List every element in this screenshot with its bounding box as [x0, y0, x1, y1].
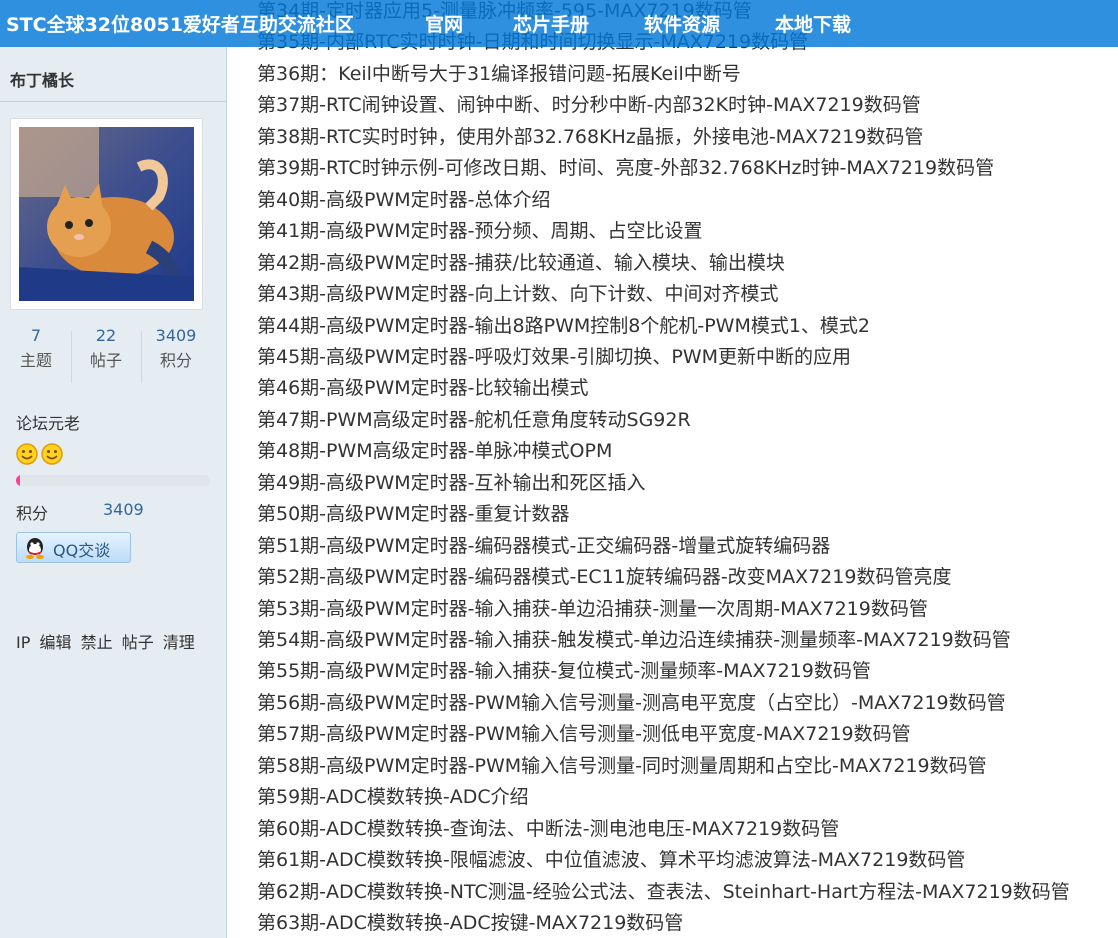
- stat-posts[interactable]: 22 帖子: [71, 325, 141, 375]
- author-stats: 7 主题 22 帖子 3409 积分: [0, 325, 226, 385]
- lesson-list-item: 第45期-高级PWM定时器-呼吸灯效果-引脚切换、PWM更新中断的应用: [257, 345, 852, 368]
- lesson-list-item: 第52期-高级PWM定时器-编码器模式-EC11旋转编码器-改变MAX7219数…: [257, 566, 952, 589]
- stat-threads-value: 7: [30, 326, 42, 345]
- divider: [0, 101, 226, 102]
- lesson-list-item: 第49期-高级PWM定时器-互补输出和死区插入: [257, 471, 646, 494]
- lesson-list-item: 第36期：Keil中断号大于31编译报错问题-拓展Keil中断号: [257, 62, 741, 85]
- nav-official-site[interactable]: 官网: [425, 10, 463, 37]
- author-sidebar: 布丁橘长 7 主题 22 帖子 3409 积分 论坛元老 积分 3409 QQ交…: [0, 47, 227, 938]
- lesson-list-item: 第54期-高级PWM定时器-输入捕获-触发模式-单边沿连续捕获-测量频率-MAX…: [257, 629, 1011, 651]
- lesson-list-item: 第55期-高级PWM定时器-输入捕获-复位模式-测量频率-MAX7219数码管: [257, 660, 871, 683]
- lesson-list-item: 第39期-RTC时钟示例-可修改日期、时间、亮度-外部32.768KHz时钟-M…: [257, 157, 995, 180]
- smiley-medal-icon: [16, 443, 38, 465]
- lesson-list-item: 第43期-高级PWM定时器-向上计数、向下计数、中间对齐模式: [257, 283, 779, 306]
- lesson-list-item: 第63期-ADC模数转换-ADC按键-MAX7219数码管: [257, 912, 684, 935]
- admin-link-ip[interactable]: IP: [16, 633, 30, 652]
- lesson-list-item: 第53期-高级PWM定时器-输入捕获-单边沿捕获-测量一次周期-MAX7219数…: [257, 597, 928, 620]
- avatar-photo-icon: [19, 127, 194, 301]
- stat-posts-label: 帖子: [89, 351, 122, 370]
- lesson-list-item: 第42期-高级PWM定时器-捕获/比较通道、输入模块、输出模块: [257, 251, 785, 274]
- lesson-list-item: 第59期-ADC模数转换-ADC介绍: [257, 786, 529, 809]
- lesson-list-item: 第38期-RTC实时时钟，使用外部32.768KHz晶振，外接电池-MAX721…: [257, 125, 924, 148]
- stat-threads[interactable]: 7 主题: [1, 325, 71, 375]
- lesson-list-item: 第56期-高级PWM定时器-PWM输入信号测量-测高电平宽度（占空比）-MAX7…: [257, 691, 1006, 714]
- lesson-list-item: 第41期-高级PWM定时器-预分频、周期、占空比设置: [257, 220, 703, 243]
- admin-link-clean[interactable]: 清理: [163, 633, 195, 652]
- points-label: 积分: [16, 504, 49, 523]
- lesson-list-item: 第60期-ADC模数转换-查询法、中断法-测电池电压-MAX7219数码管: [257, 817, 840, 840]
- rank-progress-bar: [16, 475, 210, 486]
- stat-points-label: 积分: [159, 351, 192, 370]
- user-rank[interactable]: 论坛元老: [16, 410, 80, 434]
- qq-chat-button[interactable]: QQ交谈: [16, 532, 131, 563]
- points-row: 积分 3409: [16, 500, 144, 524]
- lesson-list-item: 第46期-高级PWM定时器-比较输出模式: [257, 377, 589, 400]
- lesson-list-item: 第61期-ADC模数转换-限幅滤波、中位值滤波、算术平均滤波算法-MAX7219…: [257, 849, 966, 872]
- lesson-list-item: 第62期-ADC模数转换-NTC测温-经验公式法、查表法、Steinhart-H…: [257, 880, 1070, 903]
- lesson-list-item: 第40期-高级PWM定时器-总体介绍: [257, 188, 551, 211]
- admin-link-edit[interactable]: 编辑: [39, 633, 71, 652]
- nav-software-resources[interactable]: 软件资源: [644, 10, 720, 37]
- lesson-list-item: 第47期-PWM高级定时器-舵机任意角度转动SG92R: [257, 408, 691, 431]
- top-navigation-bar: STC全球32位8051爱好者互助交流社区 官网 芯片手册 软件资源 本地下载: [0, 0, 1118, 47]
- lesson-list-item: 第44期-高级PWM定时器-输出8路PWM控制8个舵机-PWM模式1、模式2: [257, 314, 871, 337]
- admin-links: IP 编辑 禁止 帖子 清理: [16, 629, 199, 653]
- stat-points[interactable]: 3409 积分: [141, 325, 211, 375]
- avatar[interactable]: [10, 118, 203, 310]
- lesson-list-item: 第57期-高级PWM定时器-PWM输入信号测量-测低电平宽度-MAX7219数码…: [257, 723, 911, 746]
- admin-link-ban[interactable]: 禁止: [81, 633, 113, 652]
- author-username[interactable]: 布丁橘长: [10, 67, 74, 91]
- rank-medals: [16, 443, 64, 469]
- stat-points-value: 3409: [155, 326, 197, 345]
- points-value: 3409: [103, 500, 144, 519]
- site-title[interactable]: STC全球32位8051爱好者互助交流社区: [6, 10, 354, 37]
- nav-local-download[interactable]: 本地下载: [775, 10, 851, 37]
- rank-progress-fill: [16, 475, 20, 486]
- lesson-list-item: 第37期-RTC闹钟设置、闹钟中断、时分秒中断-内部32K时钟-MAX7219数…: [257, 94, 921, 117]
- admin-link-posts[interactable]: 帖子: [122, 633, 154, 652]
- lesson-list-item: 第48期-PWM高级定时器-单脉冲模式OPM: [257, 440, 613, 463]
- stat-posts-value: 22: [95, 326, 117, 345]
- qq-chat-label: QQ交谈: [53, 541, 111, 560]
- qq-penguin-icon: [26, 538, 44, 559]
- lesson-list-item: 第58期-高级PWM定时器-PWM输入信号测量-同时测量周期和占空比-MAX72…: [257, 754, 987, 777]
- lesson-list-item: 第50期-高级PWM定时器-重复计数器: [257, 503, 570, 526]
- nav-chip-manual[interactable]: 芯片手册: [513, 10, 589, 37]
- lesson-list-item: 第51期-高级PWM定时器-编码器模式-正交编码器-增量式旋转编码器: [257, 534, 831, 557]
- smiley-medal-icon: [41, 443, 63, 465]
- stat-threads-label: 主题: [19, 351, 52, 370]
